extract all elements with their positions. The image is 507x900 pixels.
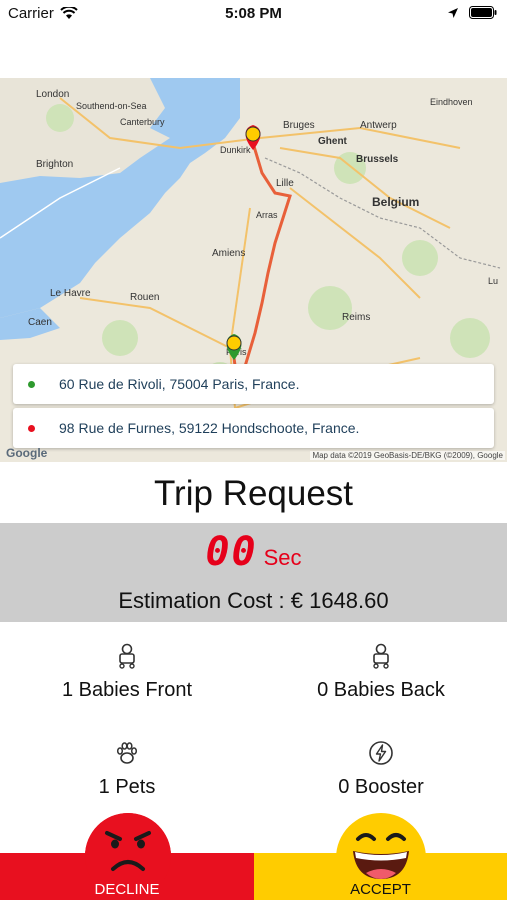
map-label-brighton: Brighton (36, 159, 73, 170)
pickup-address-text: 60 Rue de Rivoli, 75004 Paris, France. (59, 376, 300, 392)
map-label-arras: Arras (256, 210, 278, 220)
babies-back-label: 0 Babies Back (317, 679, 445, 701)
map-label-ghent: Ghent (318, 136, 348, 147)
pickup-address-card[interactable]: 60 Rue de Rivoli, 75004 Paris, France. (13, 364, 494, 404)
countdown-unit: Sec (263, 545, 302, 570)
map-label-bruges: Bruges (283, 120, 315, 131)
dropoff-dot-icon (28, 424, 35, 432)
map-label-southend: Southend-on-Sea (76, 101, 147, 111)
decline-button-label: DECLINE (94, 881, 160, 898)
baby-seat-icon (119, 643, 135, 669)
map-credits: Map data ©2019 GeoBasis-DE/BKG (©2009), … (310, 451, 505, 460)
happy-face-icon[interactable] (336, 813, 426, 879)
map-label-antwerp: Antwerp (360, 120, 397, 131)
dropoff-address-card[interactable]: 98 Rue de Furnes, 59122 Hondschoote, Fra… (13, 408, 494, 448)
babies-front-option: 1 Babies Front (0, 643, 254, 702)
bolt-circle-icon (369, 741, 393, 765)
dropoff-address-text: 98 Rue de Furnes, 59122 Hondschoote, Fra… (59, 420, 360, 436)
timer-panel: 00 Sec Estimation Cost : € 1648.60 (0, 523, 507, 622)
route-map[interactable]: London Southend-on-Sea Canterbury Bright… (0, 78, 507, 462)
page-title: Trip Request (153, 474, 354, 513)
status-time: 5:08 PM (225, 5, 282, 22)
map-label-lu: Lu (488, 276, 498, 286)
pets-option: 1 Pets (0, 740, 254, 799)
map-label-eindhoven: Eindhoven (430, 97, 473, 107)
map-label-le-havre: Le Havre (50, 288, 91, 299)
angry-face-icon[interactable] (85, 813, 171, 879)
estimation-cost: Estimation Cost : € 1648.60 (118, 588, 389, 613)
battery-icon (469, 6, 497, 19)
map-graphic: London Southend-on-Sea Canterbury Bright… (0, 78, 507, 462)
countdown: 00 Sec (0, 529, 507, 575)
accept-button-label: ACCEPT (350, 881, 411, 898)
map-label-dunkirk: Dunkirk (220, 145, 251, 155)
pickup-dot-icon (28, 380, 35, 388)
paw-icon (116, 742, 138, 764)
location-arrow-icon (448, 7, 458, 18)
booster-option: 0 Booster (254, 740, 507, 799)
map-label-brussels: Brussels (356, 154, 399, 165)
google-logo: Google (6, 446, 48, 460)
babies-front-label: 1 Babies Front (61, 679, 193, 701)
map-label-london: London (36, 89, 69, 100)
map-label-amiens: Amiens (212, 248, 245, 259)
map-label-rouen: Rouen (130, 292, 159, 303)
status-right (447, 6, 497, 19)
map-label-caen: Caen (28, 317, 52, 328)
babies-back-option: 0 Babies Back (254, 643, 507, 702)
map-label-lille: Lille (276, 178, 294, 189)
baby-seat-icon (373, 643, 389, 669)
booster-label: 0 Booster (338, 776, 424, 798)
map-label-canterbury: Canterbury (120, 117, 165, 127)
map-label-reims: Reims (342, 312, 370, 323)
status-bar: Carrier 5:08 PM (0, 0, 507, 28)
countdown-digits: 00 (205, 529, 258, 575)
pets-label: 1 Pets (98, 776, 156, 798)
map-label-belgium: Belgium (372, 195, 419, 209)
